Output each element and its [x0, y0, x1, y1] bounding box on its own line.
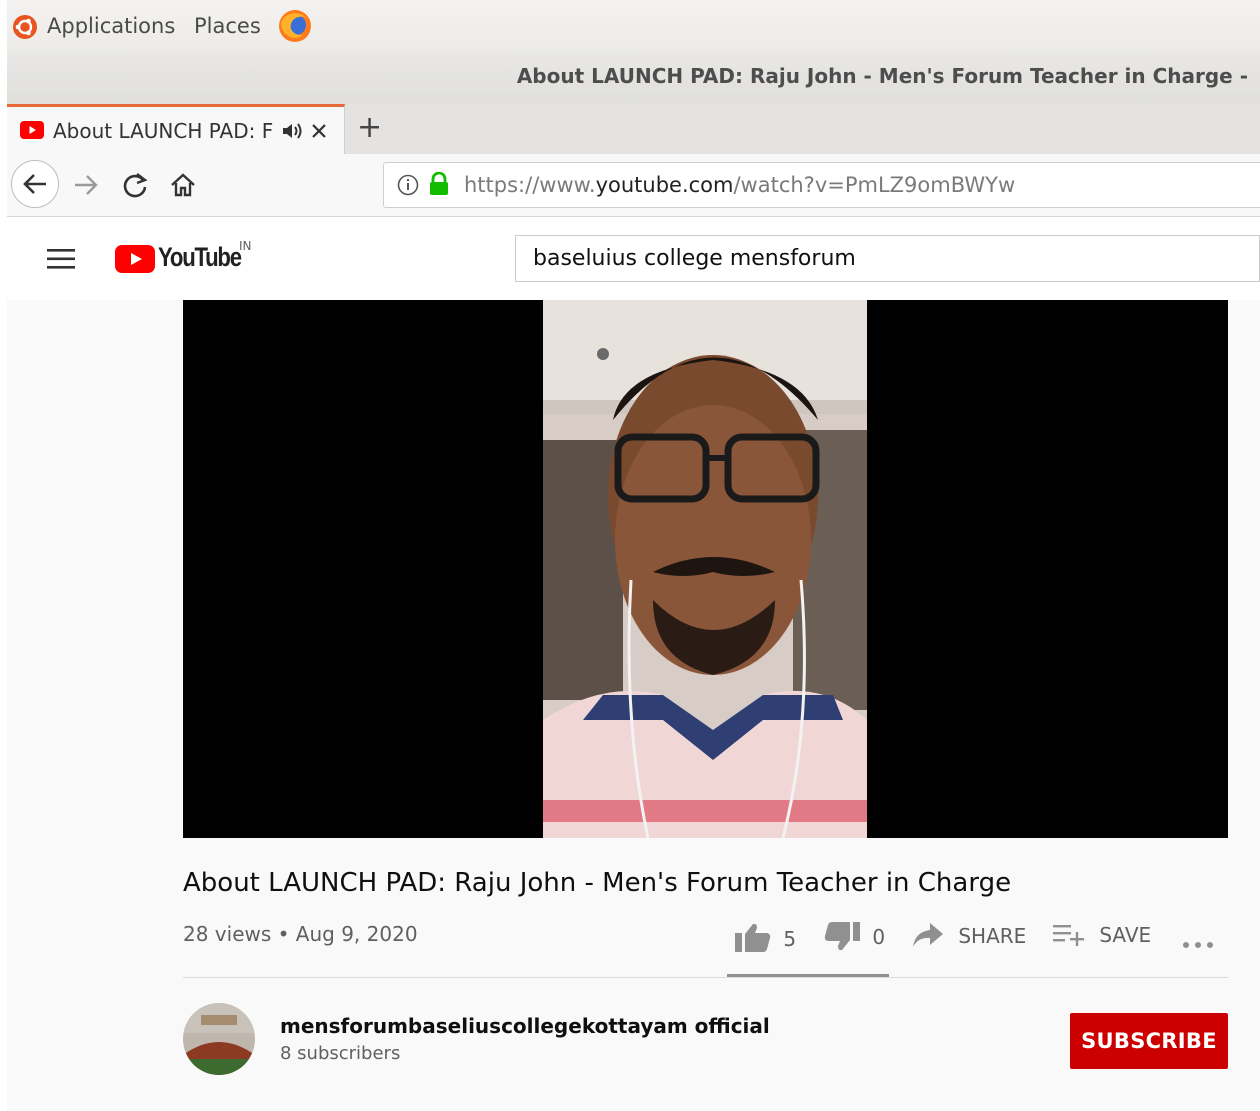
lock-secure-icon[interactable] [428, 171, 450, 200]
video-frame-image [543, 300, 867, 838]
ubuntu-logo-icon[interactable] [12, 14, 38, 44]
search-query-text: baseluius college mensforum [533, 246, 856, 271]
home-icon [171, 173, 195, 197]
youtube-logo[interactable]: YouTube IN [115, 239, 275, 278]
thumbs-down-icon [824, 922, 860, 951]
forward-button[interactable] [73, 173, 101, 201]
hamburger-menu-icon[interactable] [47, 248, 75, 274]
meta-separator: • [277, 922, 290, 946]
url-bar[interactable]: https://www.youtube.com/watch?v=PmLZ9omB… [383, 162, 1260, 208]
channel-name[interactable]: mensforumbaseliuscollegekottayam officia… [280, 1014, 770, 1038]
more-actions-icon[interactable] [1182, 934, 1214, 953]
home-button[interactable] [169, 171, 197, 203]
system-top-panel: Applications Places [7, 0, 1260, 52]
site-info-icon[interactable] [397, 174, 419, 200]
speaker-audio-icon[interactable] [281, 121, 303, 145]
publish-date: Aug 9, 2020 [295, 922, 418, 946]
subscribe-button[interactable]: SUBSCRIBE [1070, 1013, 1228, 1069]
like-count: 5 [783, 927, 797, 951]
share-arrow-icon [913, 923, 943, 947]
firefox-launcher-icon[interactable] [277, 8, 313, 48]
region-code: IN [239, 239, 252, 253]
tab-strip: About LAUNCH PAD: F + [7, 104, 1260, 154]
window-title-bar: About LAUNCH PAD: Raju John - Men's Foru… [7, 52, 1260, 104]
video-meta: 28 views • Aug 9, 2020 [183, 922, 418, 946]
thumbs-up-icon [735, 923, 771, 952]
applications-menu[interactable]: Applications [47, 14, 175, 38]
save-button[interactable]: SAVE [1053, 922, 1151, 947]
window-title: About LAUNCH PAD: Raju John - Men's Foru… [516, 64, 1248, 88]
youtube-play-logo-icon [115, 245, 155, 273]
share-button[interactable]: SHARE [912, 922, 1026, 948]
dislike-button[interactable]: 0 [824, 922, 885, 952]
reload-button[interactable] [121, 171, 149, 203]
view-count: 28 views [183, 922, 272, 946]
url-text: https://www.youtube.com/watch?v=PmLZ9omB… [464, 173, 1016, 197]
dislike-count: 0 [872, 925, 886, 949]
search-input[interactable]: baseluius college mensforum [515, 235, 1260, 282]
back-arrow-icon [23, 174, 46, 194]
channel-avatar-image [183, 1003, 255, 1075]
subscriber-count: 8 subscribers [280, 1043, 401, 1064]
channel-avatar[interactable] [183, 1003, 255, 1075]
video-player[interactable] [183, 300, 1228, 838]
like-sentiment-bar [727, 974, 889, 977]
reload-icon [123, 173, 148, 198]
share-label: SHARE [958, 924, 1027, 948]
youtube-favicon-icon [20, 121, 44, 143]
tab-title: About LAUNCH PAD: F [53, 119, 274, 143]
browser-tab-active[interactable]: About LAUNCH PAD: F [7, 104, 345, 154]
navigation-bar: https://www.youtube.com/watch?v=PmLZ9omB… [7, 154, 1260, 217]
meta-divider [183, 977, 1228, 978]
places-menu[interactable]: Places [194, 14, 261, 38]
video-title: About LAUNCH PAD: Raju John - Men's Foru… [183, 868, 1012, 898]
save-label: SAVE [1099, 923, 1152, 947]
back-button[interactable] [11, 160, 59, 208]
like-button[interactable]: 5 [735, 922, 796, 952]
add-to-playlist-icon [1053, 925, 1084, 946]
forward-arrow-icon [75, 175, 98, 195]
youtube-header: YouTube IN baseluius college mensforum [7, 217, 1260, 300]
close-tab-icon[interactable] [310, 122, 328, 144]
new-tab-button[interactable]: + [357, 110, 382, 145]
youtube-wordmark: YouTube [158, 242, 242, 272]
